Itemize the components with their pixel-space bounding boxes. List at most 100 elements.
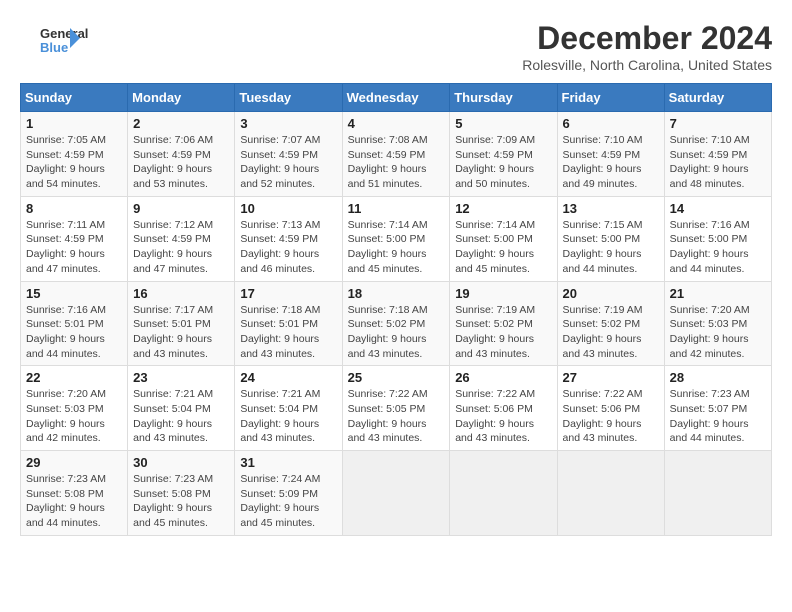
day-number: 13 (563, 201, 659, 216)
day-number: 8 (26, 201, 122, 216)
day-detail: Sunrise: 7:22 AMSunset: 5:06 PMDaylight:… (455, 388, 535, 444)
calendar-day-cell: 6 Sunrise: 7:10 AMSunset: 4:59 PMDayligh… (557, 112, 664, 197)
day-number: 21 (670, 286, 766, 301)
day-detail: Sunrise: 7:16 AMSunset: 5:00 PMDaylight:… (670, 219, 750, 275)
calendar-day-cell: 12 Sunrise: 7:14 AMSunset: 5:00 PMDaylig… (450, 196, 557, 281)
day-number: 18 (348, 286, 445, 301)
calendar-week-row: 29 Sunrise: 7:23 AMSunset: 5:08 PMDaylig… (21, 451, 772, 536)
day-detail: Sunrise: 7:13 AMSunset: 4:59 PMDaylight:… (240, 219, 320, 275)
calendar-day-cell: 24 Sunrise: 7:21 AMSunset: 5:04 PMDaylig… (235, 366, 342, 451)
day-detail: Sunrise: 7:20 AMSunset: 5:03 PMDaylight:… (670, 304, 750, 360)
calendar-day-cell: 20 Sunrise: 7:19 AMSunset: 5:02 PMDaylig… (557, 281, 664, 366)
logo: General Blue (20, 20, 100, 60)
day-number: 25 (348, 370, 445, 385)
weekday-header-friday: Friday (557, 84, 664, 112)
day-number: 10 (240, 201, 336, 216)
calendar-day-cell: 3 Sunrise: 7:07 AMSunset: 4:59 PMDayligh… (235, 112, 342, 197)
calendar-day-cell: 28 Sunrise: 7:23 AMSunset: 5:07 PMDaylig… (664, 366, 771, 451)
calendar-day-cell: 10 Sunrise: 7:13 AMSunset: 4:59 PMDaylig… (235, 196, 342, 281)
weekday-header-saturday: Saturday (664, 84, 771, 112)
day-detail: Sunrise: 7:20 AMSunset: 5:03 PMDaylight:… (26, 388, 106, 444)
day-number: 4 (348, 116, 445, 131)
calendar-day-cell: 2 Sunrise: 7:06 AMSunset: 4:59 PMDayligh… (128, 112, 235, 197)
day-number: 14 (670, 201, 766, 216)
calendar-day-cell (664, 451, 771, 536)
calendar-day-cell: 26 Sunrise: 7:22 AMSunset: 5:06 PMDaylig… (450, 366, 557, 451)
day-number: 11 (348, 201, 445, 216)
day-number: 28 (670, 370, 766, 385)
day-detail: Sunrise: 7:19 AMSunset: 5:02 PMDaylight:… (455, 304, 535, 360)
day-detail: Sunrise: 7:10 AMSunset: 4:59 PMDaylight:… (563, 134, 643, 190)
day-detail: Sunrise: 7:08 AMSunset: 4:59 PMDaylight:… (348, 134, 428, 190)
day-number: 20 (563, 286, 659, 301)
calendar-day-cell (557, 451, 664, 536)
day-detail: Sunrise: 7:14 AMSunset: 5:00 PMDaylight:… (348, 219, 428, 275)
calendar-day-cell: 5 Sunrise: 7:09 AMSunset: 4:59 PMDayligh… (450, 112, 557, 197)
day-detail: Sunrise: 7:22 AMSunset: 5:06 PMDaylight:… (563, 388, 643, 444)
calendar-day-cell: 15 Sunrise: 7:16 AMSunset: 5:01 PMDaylig… (21, 281, 128, 366)
day-detail: Sunrise: 7:11 AMSunset: 4:59 PMDaylight:… (26, 219, 105, 275)
calendar-day-cell: 30 Sunrise: 7:23 AMSunset: 5:08 PMDaylig… (128, 451, 235, 536)
calendar-day-cell: 9 Sunrise: 7:12 AMSunset: 4:59 PMDayligh… (128, 196, 235, 281)
location-title: Rolesville, North Carolina, United State… (522, 57, 772, 73)
calendar-day-cell (450, 451, 557, 536)
day-detail: Sunrise: 7:23 AMSunset: 5:08 PMDaylight:… (133, 473, 213, 529)
calendar-day-cell (342, 451, 450, 536)
calendar-day-cell: 29 Sunrise: 7:23 AMSunset: 5:08 PMDaylig… (21, 451, 128, 536)
calendar-day-cell: 11 Sunrise: 7:14 AMSunset: 5:00 PMDaylig… (342, 196, 450, 281)
day-detail: Sunrise: 7:17 AMSunset: 5:01 PMDaylight:… (133, 304, 213, 360)
calendar-week-row: 15 Sunrise: 7:16 AMSunset: 5:01 PMDaylig… (21, 281, 772, 366)
day-detail: Sunrise: 7:23 AMSunset: 5:07 PMDaylight:… (670, 388, 750, 444)
weekday-header-sunday: Sunday (21, 84, 128, 112)
calendar-day-cell: 21 Sunrise: 7:20 AMSunset: 5:03 PMDaylig… (664, 281, 771, 366)
calendar-day-cell: 31 Sunrise: 7:24 AMSunset: 5:09 PMDaylig… (235, 451, 342, 536)
calendar-week-row: 8 Sunrise: 7:11 AMSunset: 4:59 PMDayligh… (21, 196, 772, 281)
day-detail: Sunrise: 7:06 AMSunset: 4:59 PMDaylight:… (133, 134, 213, 190)
day-number: 12 (455, 201, 551, 216)
day-number: 6 (563, 116, 659, 131)
day-number: 24 (240, 370, 336, 385)
header: General Blue December 2024 Rolesville, N… (20, 20, 772, 73)
day-number: 7 (670, 116, 766, 131)
day-detail: Sunrise: 7:19 AMSunset: 5:02 PMDaylight:… (563, 304, 643, 360)
calendar-week-row: 22 Sunrise: 7:20 AMSunset: 5:03 PMDaylig… (21, 366, 772, 451)
day-number: 3 (240, 116, 336, 131)
day-detail: Sunrise: 7:16 AMSunset: 5:01 PMDaylight:… (26, 304, 106, 360)
day-detail: Sunrise: 7:15 AMSunset: 5:00 PMDaylight:… (563, 219, 643, 275)
day-number: 26 (455, 370, 551, 385)
calendar-day-cell: 19 Sunrise: 7:19 AMSunset: 5:02 PMDaylig… (450, 281, 557, 366)
day-number: 27 (563, 370, 659, 385)
day-number: 22 (26, 370, 122, 385)
day-number: 1 (26, 116, 122, 131)
day-number: 2 (133, 116, 229, 131)
calendar-day-cell: 18 Sunrise: 7:18 AMSunset: 5:02 PMDaylig… (342, 281, 450, 366)
calendar-week-row: 1 Sunrise: 7:05 AMSunset: 4:59 PMDayligh… (21, 112, 772, 197)
weekday-header-thursday: Thursday (450, 84, 557, 112)
calendar-day-cell: 27 Sunrise: 7:22 AMSunset: 5:06 PMDaylig… (557, 366, 664, 451)
day-number: 9 (133, 201, 229, 216)
weekday-header-monday: Monday (128, 84, 235, 112)
title-area: December 2024 Rolesville, North Carolina… (522, 20, 772, 73)
day-number: 17 (240, 286, 336, 301)
svg-text:Blue: Blue (40, 40, 68, 55)
svg-text:General: General (40, 26, 88, 41)
day-detail: Sunrise: 7:12 AMSunset: 4:59 PMDaylight:… (133, 219, 213, 275)
logo-icon: General Blue (20, 20, 100, 60)
calendar-day-cell: 16 Sunrise: 7:17 AMSunset: 5:01 PMDaylig… (128, 281, 235, 366)
day-number: 16 (133, 286, 229, 301)
calendar-day-cell: 4 Sunrise: 7:08 AMSunset: 4:59 PMDayligh… (342, 112, 450, 197)
day-number: 23 (133, 370, 229, 385)
calendar-day-cell: 7 Sunrise: 7:10 AMSunset: 4:59 PMDayligh… (664, 112, 771, 197)
day-detail: Sunrise: 7:14 AMSunset: 5:00 PMDaylight:… (455, 219, 535, 275)
day-detail: Sunrise: 7:10 AMSunset: 4:59 PMDaylight:… (670, 134, 750, 190)
calendar-day-cell: 23 Sunrise: 7:21 AMSunset: 5:04 PMDaylig… (128, 366, 235, 451)
weekday-header-tuesday: Tuesday (235, 84, 342, 112)
calendar-day-cell: 14 Sunrise: 7:16 AMSunset: 5:00 PMDaylig… (664, 196, 771, 281)
calendar-day-cell: 17 Sunrise: 7:18 AMSunset: 5:01 PMDaylig… (235, 281, 342, 366)
day-number: 31 (240, 455, 336, 470)
calendar-day-cell: 22 Sunrise: 7:20 AMSunset: 5:03 PMDaylig… (21, 366, 128, 451)
weekday-header-wednesday: Wednesday (342, 84, 450, 112)
day-detail: Sunrise: 7:18 AMSunset: 5:01 PMDaylight:… (240, 304, 320, 360)
month-title: December 2024 (522, 20, 772, 57)
day-detail: Sunrise: 7:23 AMSunset: 5:08 PMDaylight:… (26, 473, 106, 529)
